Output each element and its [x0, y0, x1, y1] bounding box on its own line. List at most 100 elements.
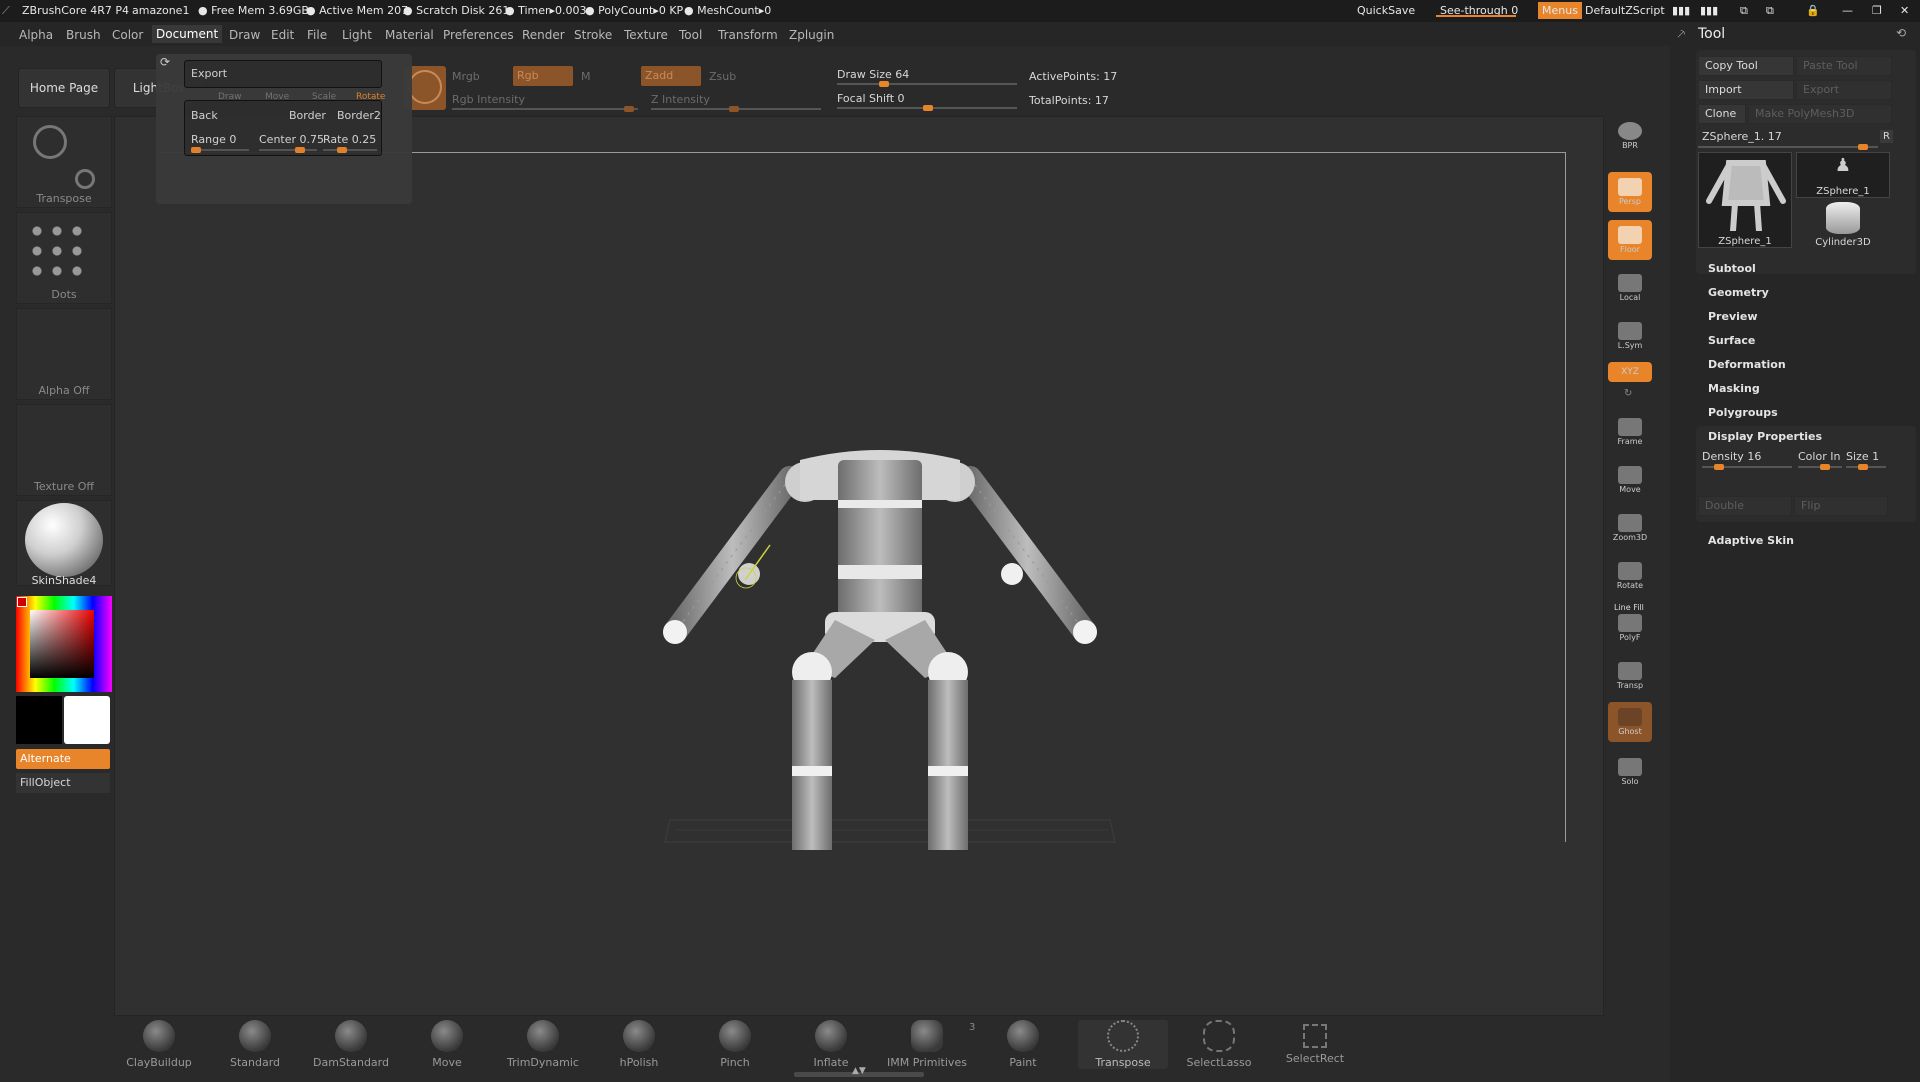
floor-button[interactable]: Floor	[1608, 220, 1652, 260]
transpose-thumb[interactable]: Transpose	[16, 116, 112, 208]
masking-section[interactable]: Masking	[1708, 382, 1760, 395]
subtool-section[interactable]: Subtool	[1708, 262, 1756, 275]
tool-thumb-2[interactable]: ♟ ZSphere_1	[1796, 152, 1890, 198]
color-square[interactable]	[30, 610, 94, 678]
ghost-button[interactable]: Ghost	[1608, 702, 1652, 742]
quicksave-button[interactable]: QuickSave	[1357, 4, 1415, 17]
clone-button[interactable]: Clone	[1698, 104, 1746, 124]
menu-preferences[interactable]: Preferences	[443, 28, 514, 42]
brush-inflate[interactable]: Inflate	[786, 1020, 876, 1069]
move-view-button[interactable]: Move	[1608, 460, 1652, 500]
surface-section[interactable]: Surface	[1708, 334, 1755, 347]
brush-move[interactable]: Move	[402, 1020, 492, 1069]
display-properties-section[interactable]: Display Properties	[1708, 430, 1822, 443]
frame-button[interactable]: Frame	[1608, 412, 1652, 452]
preview-section[interactable]: Preview	[1708, 310, 1758, 323]
make-polymesh-button[interactable]: Make PolyMesh3D	[1748, 104, 1892, 124]
restore-icon[interactable]: ❐	[1872, 4, 1882, 17]
home-page-button[interactable]: Home Page	[18, 68, 110, 108]
copy-tool-button[interactable]: Copy Tool	[1698, 56, 1794, 76]
brush-trimdynamic[interactable]: TrimDynamic	[498, 1020, 588, 1069]
paste-tool-button[interactable]: Paste Tool	[1796, 56, 1892, 76]
menu-light[interactable]: Light	[342, 28, 372, 42]
brush-transpose[interactable]: Transpose	[1078, 1020, 1168, 1069]
export-tool-button[interactable]: Export	[1796, 80, 1892, 100]
mrgb-toggle[interactable]: Mrgb	[452, 70, 480, 83]
import-button[interactable]: Import	[1698, 80, 1794, 100]
brush-damstandard[interactable]: DamStandard	[306, 1020, 396, 1069]
brush-hpolish[interactable]: hPolish	[594, 1020, 684, 1069]
tool-pin-icon[interactable]: ⸕	[1676, 24, 1687, 43]
minimize-icon[interactable]: —	[1842, 4, 1853, 17]
refresh-icon[interactable]: ⟳	[160, 55, 170, 69]
alternate-button[interactable]: Alternate	[16, 749, 110, 769]
brush-standard[interactable]: Standard	[210, 1020, 300, 1069]
menus-toggle[interactable]: Menus	[1538, 2, 1582, 19]
rotate-view-button[interactable]: Rotate	[1608, 556, 1652, 596]
menu-alpha[interactable]: Alpha	[19, 28, 53, 42]
tool-slider[interactable]	[1698, 144, 1878, 150]
r-button[interactable]: R	[1880, 130, 1893, 143]
color-in-slider[interactable]: Color In	[1798, 450, 1840, 463]
window-tile-icon[interactable]: ⧉	[1766, 4, 1774, 18]
zsub-toggle[interactable]: Zsub	[709, 70, 736, 83]
tool-thumb-main[interactable]: ZSphere_1	[1698, 152, 1792, 248]
rotate-axis-icon[interactable]: ↻	[1624, 388, 1632, 399]
local-button[interactable]: Local	[1608, 268, 1652, 308]
double-button[interactable]: Double	[1698, 496, 1792, 516]
secondary-color-swatch[interactable]	[64, 696, 110, 744]
texture-thumb[interactable]: Texture Off	[16, 404, 112, 496]
brush-claybuildup[interactable]: ClayBuildup	[114, 1020, 204, 1069]
menu-texture[interactable]: Texture	[624, 28, 668, 42]
transp-button[interactable]: Transp	[1608, 656, 1652, 696]
rgb-toggle[interactable]: Rgb	[513, 66, 573, 86]
script-name[interactable]: DefaultZScript	[1585, 4, 1665, 17]
deformation-section[interactable]: Deformation	[1708, 358, 1786, 371]
adaptive-skin-section[interactable]: Adaptive Skin	[1708, 534, 1794, 547]
zsphere-mannequin-model[interactable]	[630, 440, 1130, 850]
menu-stroke[interactable]: Stroke	[574, 28, 612, 42]
geometry-section[interactable]: Geometry	[1708, 286, 1769, 299]
menu-render[interactable]: Render	[522, 28, 565, 42]
focal-shift-slider[interactable]	[837, 105, 1017, 111]
shelf-expand-icon[interactable]: ▲▼	[852, 1066, 866, 1076]
color-picker[interactable]	[16, 596, 112, 692]
window-arrange-icon[interactable]: ⧉	[1740, 4, 1748, 18]
menu-draw[interactable]: Draw	[229, 28, 260, 42]
brush-selectlasso[interactable]: SelectLasso	[1174, 1020, 1264, 1069]
stroke-dots-thumb[interactable]: Dots	[16, 212, 112, 304]
alpha-thumb[interactable]: Alpha Off	[16, 308, 112, 400]
border2-button[interactable]: Border2	[337, 109, 381, 122]
menu-material[interactable]: Material	[385, 28, 434, 42]
density-slider[interactable]: Density 16	[1702, 450, 1761, 463]
menu-document[interactable]: Document	[152, 25, 223, 43]
lock-icon[interactable]: 🔒	[1806, 4, 1820, 17]
layout-2-icon[interactable]: ▮▮▮	[1700, 4, 1718, 17]
menu-zplugin[interactable]: Zplugin	[789, 28, 834, 42]
layout-icon[interactable]: ▮▮▮	[1672, 4, 1690, 17]
back-button[interactable]: Back	[191, 109, 218, 122]
brush-imm-primitives[interactable]: IMM Primitives	[882, 1020, 972, 1069]
lsym-button[interactable]: L.Sym	[1608, 316, 1652, 356]
xyz-button[interactable]: XYZ	[1608, 362, 1652, 382]
rgb-intensity-slider[interactable]	[452, 106, 638, 112]
material-thumb[interactable]: SkinShade4	[16, 500, 112, 587]
range-slider[interactable]: Range 0	[191, 133, 236, 146]
close-icon[interactable]: ✕	[1900, 4, 1909, 17]
primary-color-swatch[interactable]	[16, 696, 62, 744]
m-toggle[interactable]: M	[581, 70, 591, 83]
panel-reset-icon[interactable]: ⟲	[1896, 26, 1906, 40]
border-button[interactable]: Border	[289, 109, 326, 122]
tool-thumb-3[interactable]: Cylinder3D	[1796, 200, 1890, 248]
menu-color[interactable]: Color	[112, 28, 143, 42]
center-slider[interactable]: Center 0.75	[259, 133, 324, 146]
size-slider[interactable]: Size 1	[1846, 450, 1879, 463]
polyf-button[interactable]: PolyF	[1608, 608, 1652, 648]
menu-tool[interactable]: Tool	[679, 28, 702, 42]
zoom3d-button[interactable]: Zoom3D	[1608, 508, 1652, 548]
polygroups-section[interactable]: Polygroups	[1708, 406, 1778, 419]
draw-size-slider[interactable]	[837, 81, 1017, 87]
fillobject-button[interactable]: FillObject	[16, 773, 110, 793]
persp-button[interactable]: Persp	[1608, 172, 1652, 212]
rate-slider[interactable]: Rate 0.25	[323, 133, 376, 146]
